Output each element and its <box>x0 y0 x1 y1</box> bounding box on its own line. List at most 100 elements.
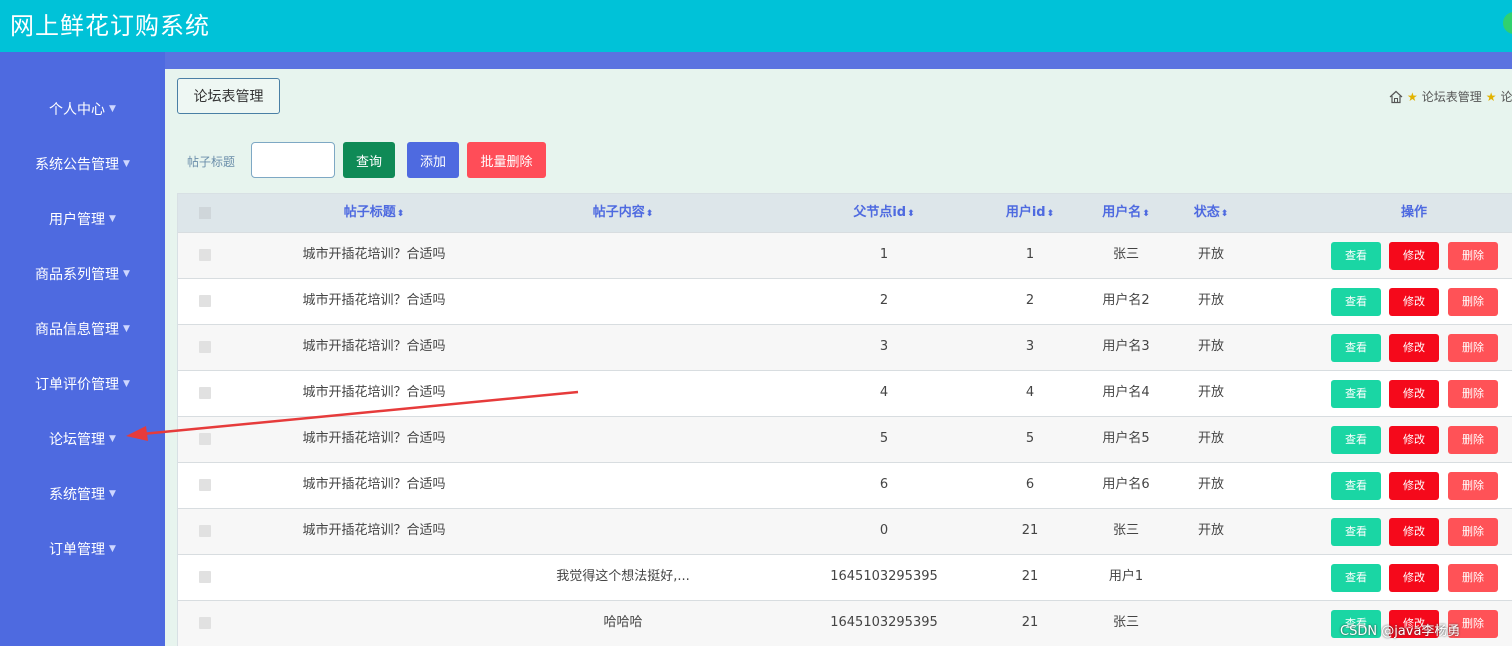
cell-title: 城市开插花培训？合适吗 <box>302 339 446 354</box>
tab-forum-management[interactable]: 论坛表管理 <box>177 78 280 114</box>
sidebar-item-label: 系统公告管理 <box>35 157 120 173</box>
sidebar-item-label: 论坛管理 <box>49 432 106 448</box>
column-header-user-id[interactable]: 用户id⬍ <box>1006 194 1054 232</box>
star-icon: ★ <box>1485 89 1497 104</box>
cell-status: 开放 <box>1197 339 1225 354</box>
cell-content: 我觉得这个想法挺好,... <box>556 569 690 584</box>
sort-icon[interactable]: ⬍ <box>646 209 654 219</box>
top-bar: 网上鲜花订购系统 <box>0 0 1512 52</box>
sidebar-item-orders[interactable]: 订单管理 ▼ <box>0 529 165 569</box>
column-header-parent-id[interactable]: 父节点id⬍ <box>853 194 914 232</box>
delete-button[interactable]: 删除 <box>1448 564 1498 592</box>
breadcrumb-next[interactable]: 论 <box>1501 88 1512 105</box>
avatar[interactable] <box>1503 12 1512 34</box>
row-checkbox[interactable] <box>199 249 211 261</box>
sidebar-item-product-info[interactable]: 商品信息管理 ▼ <box>0 309 165 349</box>
view-button[interactable]: 查看 <box>1331 518 1381 546</box>
edit-button[interactable]: 修改 <box>1389 564 1439 592</box>
edit-button[interactable]: 修改 <box>1389 472 1439 500</box>
view-button[interactable]: 查看 <box>1331 426 1381 454</box>
sidebar-item-label: 订单管理 <box>49 542 106 558</box>
chevron-down-icon: ▼ <box>109 544 116 554</box>
cell-parent-id: 2 <box>879 293 889 308</box>
edit-button[interactable]: 修改 <box>1389 380 1439 408</box>
row-checkbox[interactable] <box>199 341 211 353</box>
column-header-status[interactable]: 状态⬍ <box>1194 194 1229 232</box>
sort-icon[interactable]: ⬍ <box>907 209 915 219</box>
view-button[interactable]: 查看 <box>1331 288 1381 316</box>
view-button[interactable]: 查看 <box>1331 242 1381 270</box>
edit-button[interactable]: 修改 <box>1389 288 1439 316</box>
delete-button[interactable]: 删除 <box>1448 288 1498 316</box>
sidebar-item-system[interactable]: 系统管理 ▼ <box>0 474 165 514</box>
view-button[interactable]: 查看 <box>1331 472 1381 500</box>
sidebar-item-product-series[interactable]: 商品系列管理 ▼ <box>0 254 165 294</box>
table-row: 城市开插花培训？合适吗 4 4 用户名4 开放 查看 修改 删除 <box>178 370 1512 416</box>
sidebar-item-label: 系统管理 <box>49 487 106 503</box>
view-button[interactable]: 查看 <box>1331 564 1381 592</box>
watermark: CSDN @java李杨勇 <box>1340 624 1461 639</box>
sort-icon[interactable]: ⬍ <box>1221 209 1229 219</box>
main-content: 论坛表管理 ★ 论坛表管理 ★ 论 帖子标题 查询 添加 批量删除 帖子标题⬍ … <box>165 69 1512 646</box>
sidebar-item-personal-center[interactable]: 个人中心 ▼ <box>0 89 165 129</box>
cell-username: 张三 <box>1112 247 1140 262</box>
sort-icon[interactable]: ⬍ <box>397 209 405 219</box>
delete-button[interactable]: 删除 <box>1448 426 1498 454</box>
view-button[interactable]: 查看 <box>1331 380 1381 408</box>
row-checkbox[interactable] <box>199 479 211 491</box>
sidebar-item-order-reviews[interactable]: 订单评价管理 ▼ <box>0 364 165 404</box>
column-header-title[interactable]: 帖子标题⬍ <box>344 194 405 232</box>
row-checkbox[interactable] <box>199 433 211 445</box>
sidebar-item-announcements[interactable]: 系统公告管理 ▼ <box>0 144 165 184</box>
row-checkbox[interactable] <box>199 617 211 629</box>
chevron-down-icon: ▼ <box>123 269 130 279</box>
add-button[interactable]: 添加 <box>407 142 459 178</box>
search-input[interactable] <box>251 142 335 178</box>
query-button[interactable]: 查询 <box>343 142 395 178</box>
row-checkbox[interactable] <box>199 387 211 399</box>
cell-parent-id: 0 <box>879 523 889 538</box>
edit-button[interactable]: 修改 <box>1389 242 1439 270</box>
delete-button[interactable]: 删除 <box>1448 242 1498 270</box>
cell-status: 开放 <box>1197 247 1225 262</box>
row-checkbox[interactable] <box>199 295 211 307</box>
view-button[interactable]: 查看 <box>1331 334 1381 362</box>
delete-button[interactable]: 删除 <box>1448 518 1498 546</box>
star-icon: ★ <box>1407 89 1418 104</box>
cell-parent-id: 1645103295395 <box>830 615 938 630</box>
sort-icon[interactable]: ⬍ <box>1047 209 1055 219</box>
table-row: 城市开插花培训？合适吗 0 21 张三 开放 查看 修改 删除 <box>178 508 1512 554</box>
row-checkbox[interactable] <box>199 525 211 537</box>
batch-delete-button[interactable]: 批量删除 <box>467 142 546 178</box>
cell-username: 张三 <box>1112 615 1140 630</box>
cell-title: 城市开插花培训？合适吗 <box>302 385 446 400</box>
sidebar-item-label: 商品信息管理 <box>35 322 120 338</box>
cell-username: 用户名2 <box>1102 293 1150 308</box>
sort-icon[interactable]: ⬍ <box>1142 209 1150 219</box>
row-checkbox[interactable] <box>199 571 211 583</box>
delete-button[interactable]: 删除 <box>1448 334 1498 362</box>
chevron-down-icon: ▼ <box>109 214 116 224</box>
table-row: 我觉得这个想法挺好,... 1645103295395 21 用户1 查看 修改 删除 <box>178 554 1512 600</box>
cell-user-id: 1 <box>1025 247 1035 262</box>
column-header-content[interactable]: 帖子内容⬍ <box>593 194 654 232</box>
cell-user-id: 21 <box>1021 615 1039 630</box>
sidebar-item-users[interactable]: 用户管理 ▼ <box>0 199 165 239</box>
edit-button[interactable]: 修改 <box>1389 334 1439 362</box>
delete-button[interactable]: 删除 <box>1448 380 1498 408</box>
chevron-down-icon: ▼ <box>123 324 130 334</box>
table-row: 城市开插花培训？合适吗 6 6 用户名6 开放 查看 修改 删除 <box>178 462 1512 508</box>
cell-user-id: 6 <box>1025 477 1035 492</box>
sidebar-item-forum[interactable]: 论坛管理 ▼ <box>0 419 165 459</box>
table-header: 帖子标题⬍ 帖子内容⬍ 父节点id⬍ 用户id⬍ 用户名⬍ 状态⬍ 操作 <box>178 194 1512 232</box>
breadcrumb-current[interactable]: 论坛表管理 <box>1422 88 1482 105</box>
chevron-down-icon: ▼ <box>109 104 116 114</box>
select-all-checkbox[interactable] <box>199 207 211 219</box>
column-header-actions: 操作 <box>1400 205 1428 220</box>
chevron-down-icon: ▼ <box>123 159 130 169</box>
edit-button[interactable]: 修改 <box>1389 426 1439 454</box>
home-icon[interactable] <box>1389 90 1403 104</box>
column-header-username[interactable]: 用户名⬍ <box>1102 194 1150 232</box>
delete-button[interactable]: 删除 <box>1448 472 1498 500</box>
edit-button[interactable]: 修改 <box>1389 518 1439 546</box>
